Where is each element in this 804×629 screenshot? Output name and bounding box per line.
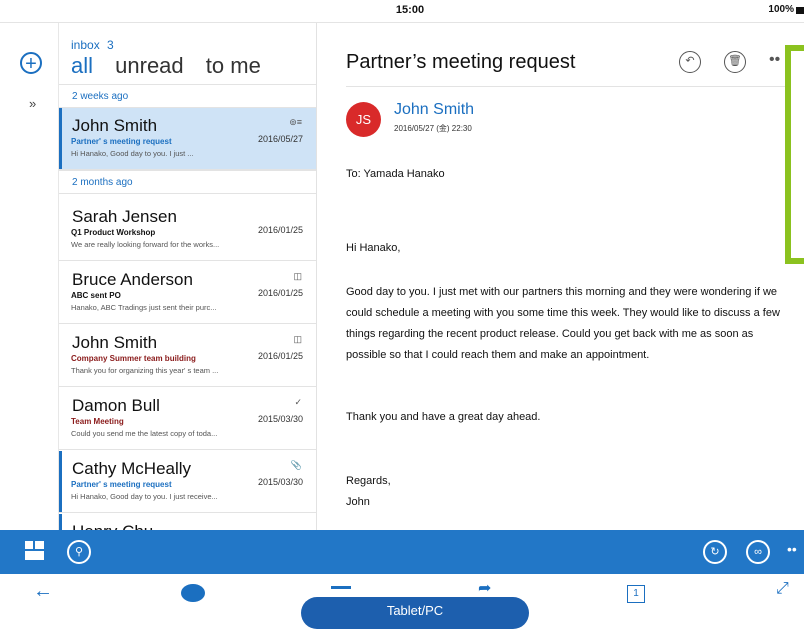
message-sender: Damon Bull (72, 396, 160, 415)
message-subject: Partner' s meeting request (71, 480, 172, 489)
message-preview: Hi Hanako, Good day to you. I just ... (71, 149, 194, 158)
message-date: 2015/03/30 (257, 414, 303, 424)
highlight-callout (785, 45, 804, 264)
avatar: JS (346, 102, 381, 137)
search-icon[interactable]: ⚲ (67, 540, 91, 564)
page-icon[interactable]: 1 (627, 585, 645, 603)
message-sender: Sarah Jensen (72, 207, 177, 226)
message-item[interactable]: John Smith Company Summer team building … (59, 325, 316, 387)
message-date: 2016/05/27 (257, 134, 303, 144)
delete-icon[interactable]: 🗑 (724, 51, 746, 73)
status-bar: 15:00 100% (0, 0, 804, 23)
group-header: 2 months ago (59, 170, 316, 194)
left-rail: + » (0, 23, 59, 530)
message-date: 2016/01/25 (257, 225, 303, 235)
compose-icon[interactable]: + (20, 52, 42, 75)
message-list-pane: inbox 3 all unread to me 2 weeks ago Joh… (59, 23, 317, 530)
message-item[interactable]: Bruce Anderson ABC sent PO Hanako, ABC T… (59, 262, 316, 324)
body-paragraph: Good day to you. I just met with our par… (346, 286, 780, 361)
body-signature: John (346, 496, 370, 508)
inbox-count: 3 (107, 38, 114, 52)
forward-icon: ⊚≡ (289, 117, 302, 127)
message-preview: We are really looking forward for the wo… (71, 240, 220, 249)
message-date: 2016/01/25 (257, 351, 303, 361)
message-item[interactable]: Sarah Jensen Q1 Product Workshop We are … (59, 199, 316, 261)
message-subject: Team Meeting (71, 417, 124, 426)
minimize-icon[interactable] (331, 586, 351, 589)
message-item[interactable]: Henry Chu (59, 514, 316, 530)
message-sender: Henry Chu (72, 522, 153, 530)
filter-tabs: all unread to me (71, 53, 277, 79)
sent-date: 2016/05/27 (金) 22:30 (394, 124, 472, 133)
message-preview: Could you send me the latest copy of tod… (71, 429, 218, 438)
divider (346, 86, 804, 87)
tab-all[interactable]: all (71, 53, 93, 78)
device-label-pill: Tablet/PC (301, 597, 529, 629)
more-icon[interactable]: •• (769, 51, 780, 69)
group-header: 2 weeks ago (59, 84, 316, 108)
message-item[interactable]: John Smith Partner' s meeting request Hi… (59, 108, 316, 170)
message-date: 2015/03/30 (257, 477, 303, 487)
check-icon: ✓ (294, 397, 302, 407)
message-date: 2016/01/25 (257, 288, 303, 298)
tab-unread[interactable]: unread (115, 53, 184, 78)
message-subject: Partner' s meeting request (71, 137, 172, 146)
reading-pane: Partner’s meeting request ↶ 🗑 •• JS John… (317, 23, 804, 530)
message-subject: Company Summer team building (71, 354, 196, 363)
sender-name[interactable]: John Smith (394, 101, 474, 119)
body-thanks: Thank you and have a great day ahead. (346, 411, 541, 423)
tab-to-me[interactable]: to me (206, 53, 261, 78)
tiles-icon[interactable] (25, 541, 44, 560)
share-icon[interactable]: ➦ (478, 578, 491, 598)
message-sender: Bruce Anderson (72, 270, 193, 289)
message-subject: Q1 Product Workshop (71, 228, 156, 237)
paperclip-icon: 📎 (290, 460, 302, 470)
message-item[interactable]: Cathy McHeally Partner' s meeting reques… (59, 451, 316, 513)
inbox-label: inbox 3 (71, 38, 114, 52)
app-bar (0, 530, 804, 574)
fullscreen-icon[interactable]: ⤢ (776, 580, 789, 598)
message-preview: Hanako, ABC Tradings just sent their pur… (71, 303, 217, 312)
body-regards: Regards, (346, 475, 391, 487)
message-title: Partner’s meeting request (346, 51, 576, 73)
calendar-icon: ◫ (293, 334, 302, 344)
message-sender: Cathy McHeally (72, 459, 192, 478)
more-icon[interactable]: •• (787, 541, 797, 557)
battery-level: 100% (768, 4, 794, 15)
status-time: 15:00 (395, 4, 425, 16)
message-sender: John Smith (72, 116, 158, 135)
chat-icon[interactable] (181, 584, 205, 602)
expand-chevron-icon[interactable]: » (29, 96, 36, 111)
message-subject: ABC sent PO (71, 291, 121, 300)
to-line: To: Yamada Hanako (346, 168, 445, 180)
battery-icon (796, 7, 804, 14)
message-item[interactable]: Damon Bull Team Meeting Could you send m… (59, 388, 316, 450)
message-preview: Thank you for organizing this year' s te… (71, 366, 219, 375)
body-greeting: Hi Hanako, (346, 242, 401, 254)
back-arrow-icon[interactable]: ← (33, 580, 53, 603)
calendar-icon: ◫ (293, 271, 302, 281)
message-sender: John Smith (72, 333, 158, 352)
inbox-name: inbox (71, 38, 100, 52)
infinity-icon[interactable]: ∞ (746, 540, 770, 564)
reply-icon[interactable]: ↶ (679, 51, 701, 73)
message-preview: Hi Hanako, Good day to you. I just recei… (71, 492, 218, 501)
sync-icon[interactable]: ↻ (703, 540, 727, 564)
